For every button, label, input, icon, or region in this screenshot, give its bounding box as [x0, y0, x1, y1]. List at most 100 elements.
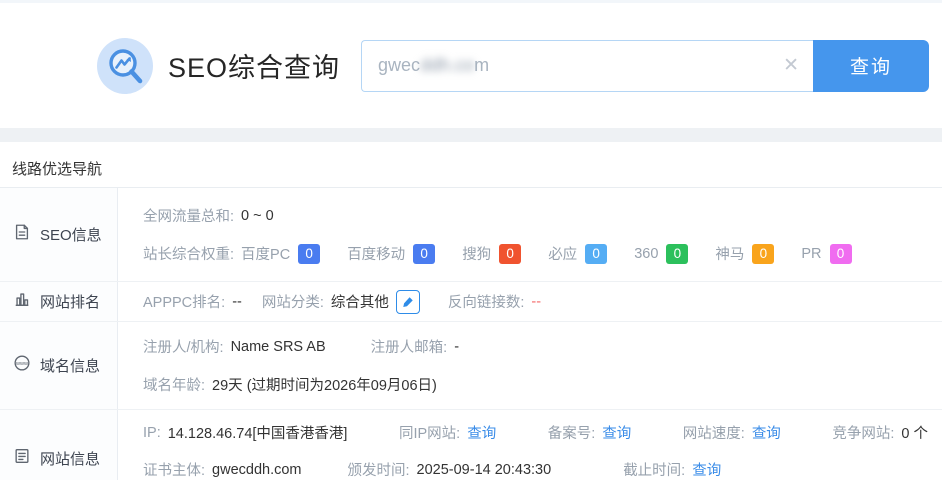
- cert-subject-label: 证书主体:: [143, 463, 206, 479]
- registrant-email-value: -: [454, 338, 460, 355]
- site-info-row: 网站信息 IP: 14.128.46.74[中国香港香港] 同IP网站: 查询 …: [0, 410, 942, 480]
- weight-name: 搜狗: [462, 247, 492, 263]
- weight-name: PR: [801, 245, 822, 262]
- ip-value: 14.128.46.74[中国香港香港]: [167, 426, 348, 442]
- ip-line: IP: 14.128.46.74[中国香港香港] 同IP网站: 查询 备案号: …: [143, 422, 928, 443]
- same-ip-group: 同IP网站: 查询: [399, 422, 496, 443]
- weight-badge: 0: [829, 243, 852, 264]
- ip-label: IP:: [143, 424, 161, 441]
- cert-issued-group: 颁发时间: 2025-09-14 20:43:30: [348, 459, 552, 480]
- cert-expires-label: 截止时间:: [623, 463, 686, 479]
- edit-category-icon[interactable]: [395, 289, 420, 314]
- cert-expires-group: 截止时间: 查询: [623, 459, 721, 480]
- competitors-value: 0 个: [901, 426, 928, 442]
- registrant-line: 注册人/机构: Name SRS AB 注册人邮箱: -: [143, 336, 928, 357]
- cert-expires-query-link[interactable]: 查询: [692, 459, 721, 480]
- weight-name: 百度移动: [347, 247, 406, 263]
- sidebar-item-label: 网站排名: [40, 294, 101, 311]
- apppc-rank-group: APPPC排名: --: [143, 291, 242, 312]
- page-title: SEO综合查询: [168, 53, 341, 83]
- bar-chart-icon: [13, 290, 31, 313]
- category-value: 综合其他: [330, 295, 389, 311]
- icp-query-link[interactable]: 查询: [602, 422, 631, 443]
- cert-issued-label: 颁发时间:: [347, 463, 410, 479]
- sidebar-item-label: 网站信息: [40, 450, 101, 468]
- weight-name: 百度PC: [241, 247, 291, 263]
- speed-label: 网站速度:: [682, 426, 745, 442]
- category-label: 网站分类:: [261, 295, 324, 311]
- speed-group: 网站速度: 查询: [683, 422, 781, 443]
- sidebar-item-domain-info[interactable]: www 域名信息: [0, 322, 118, 409]
- weight-item: 神马 0: [715, 243, 775, 264]
- search-bar: gwec ddh.co m ✕ 查询: [361, 39, 930, 92]
- weight-badge: 0: [666, 243, 689, 264]
- registrant-group: 注册人/机构: Name SRS AB: [143, 336, 326, 357]
- domain-info-row: www 域名信息 注册人/机构: Name SRS AB 注册人邮箱: - 域名…: [0, 322, 942, 410]
- registrant-email-label: 注册人邮箱:: [370, 340, 448, 356]
- sidebar-item-label: SEO信息: [40, 227, 102, 244]
- traffic-total-line: 全网流量总和: 0 ~ 0: [143, 205, 928, 226]
- weight-item: 搜狗 0: [462, 243, 522, 264]
- weight-badge: 0: [752, 243, 775, 264]
- section-separator: [0, 128, 942, 142]
- same-ip-label: 同IP网站:: [398, 426, 461, 442]
- backlinks-value: --: [531, 293, 542, 310]
- competitors-label: 竞争网站:: [832, 426, 895, 442]
- weight-item: 必应 0: [548, 243, 608, 264]
- category-group: 网站分类: 综合其他: [261, 289, 420, 314]
- registrant-email-group: 注册人邮箱: -: [371, 336, 459, 357]
- site-rank-row: 网站排名 APPPC排名: -- 网站分类: 综合其他 反向链接数: --: [0, 282, 942, 322]
- search-button[interactable]: 查询: [813, 39, 930, 92]
- registrant-value: Name SRS AB: [230, 338, 326, 355]
- backlinks-group: 反向链接数: --: [448, 291, 541, 312]
- weight-badge: 0: [298, 243, 321, 264]
- weight-name: 必应: [548, 247, 578, 263]
- cert-subject-value: gwecddh.com: [212, 461, 302, 478]
- apppc-rank-label: APPPC排名:: [143, 295, 226, 311]
- weight-badge: 0: [413, 243, 436, 264]
- clear-input-icon[interactable]: ✕: [783, 56, 799, 75]
- www-globe-icon: www: [13, 354, 31, 377]
- same-ip-query-link[interactable]: 查询: [467, 422, 496, 443]
- file-text-icon: [13, 223, 31, 246]
- sidebar-item-seo-info[interactable]: SEO信息: [0, 188, 118, 281]
- domain-age-value: 29天 (过期时间为2026年09月06日): [212, 378, 437, 394]
- cert-subject-group: 证书主体: gwecddh.com: [143, 459, 302, 480]
- weight-item: 百度移动 0: [347, 243, 436, 264]
- search-query-suffix: m: [474, 55, 490, 75]
- search-query-prefix: gwec: [378, 55, 421, 75]
- rank-line: APPPC排名: -- 网站分类: 综合其他 反向链接数: --: [143, 289, 928, 314]
- weights-label: 站长综合权重:: [143, 247, 235, 263]
- document-lines-icon: [13, 447, 31, 470]
- weight-item: 360 0: [634, 243, 689, 264]
- sidebar-item-site-rank[interactable]: 网站排名: [0, 282, 118, 321]
- traffic-total-label: 全网流量总和:: [143, 209, 235, 225]
- weight-item: PR 0: [801, 243, 852, 264]
- cert-line: 证书主体: gwecddh.com 颁发时间: 2025-09-14 20:43…: [143, 459, 928, 480]
- svg-text:www: www: [15, 361, 29, 367]
- speed-query-link[interactable]: 查询: [752, 422, 781, 443]
- traffic-total-value: 0 ~ 0: [241, 207, 274, 224]
- icp-group: 备案号: 查询: [548, 422, 632, 443]
- weight-badge: 0: [499, 243, 522, 264]
- sidebar-item-site-info[interactable]: 网站信息: [0, 410, 118, 480]
- backlinks-label: 反向链接数:: [447, 295, 525, 311]
- domain-age-label: 域名年龄:: [143, 378, 206, 394]
- header: SEO综合查询 gwec ddh.co m ✕ 查询: [0, 3, 942, 128]
- cert-issued-value: 2025-09-14 20:43:30: [416, 461, 552, 478]
- registrant-label: 注册人/机构:: [143, 340, 224, 356]
- weight-name: 神马: [715, 247, 745, 263]
- seo-info-row: SEO信息 全网流量总和: 0 ~ 0 站长综合权重: 百度PC 0 百度移动 …: [0, 188, 942, 282]
- seo-logo-icon: [97, 37, 153, 94]
- weights-line: 站长综合权重: 百度PC 0 百度移动 0 搜狗 0 必应 0 360 0 神马…: [143, 243, 928, 264]
- nav-section-title: 线路优选导航: [0, 142, 942, 188]
- weight-badge: 0: [585, 243, 608, 264]
- domain-age-line: 域名年龄: 29天 (过期时间为2026年09月06日): [143, 374, 928, 395]
- weight-item: 百度PC 0: [241, 243, 321, 264]
- search-input[interactable]: gwec ddh.co m ✕: [361, 39, 814, 92]
- search-query-blurred: ddh.co: [420, 55, 475, 75]
- apppc-rank-value: --: [232, 293, 242, 310]
- weight-name: 360: [634, 245, 659, 262]
- ip-group: IP: 14.128.46.74[中国香港香港]: [143, 422, 347, 443]
- sidebar-item-label: 域名信息: [40, 358, 101, 375]
